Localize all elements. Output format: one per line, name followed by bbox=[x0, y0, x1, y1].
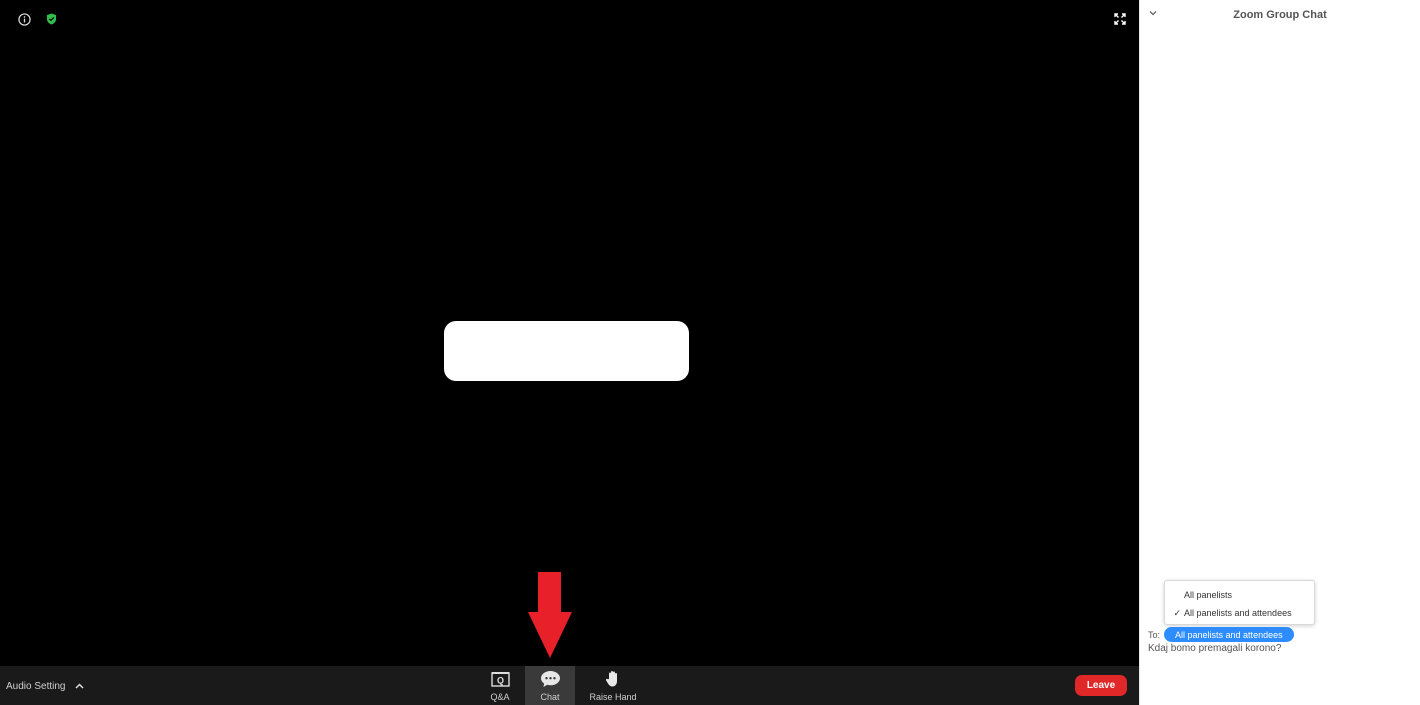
qa-button[interactable]: Q Q&A bbox=[486, 666, 514, 705]
chat-label: Chat bbox=[540, 692, 560, 702]
chat-message-input[interactable]: Kdaj bomo premagali korono? bbox=[1148, 643, 1413, 654]
chat-recipient-row: To: All panelists and attendees bbox=[1148, 627, 1294, 642]
zoom-webinar-window: Audio Setting Q Q&A Chat Raise Hand Leav… bbox=[0, 0, 1420, 705]
fullscreen-icon[interactable] bbox=[1113, 12, 1127, 26]
chat-button[interactable]: Chat bbox=[525, 666, 575, 705]
raise-hand-icon bbox=[605, 669, 622, 689]
audio-setting-button[interactable]: Audio Setting bbox=[6, 666, 84, 705]
checkmark-icon: ✓ bbox=[1173, 607, 1181, 618]
qa-label: Q&A bbox=[490, 692, 510, 702]
leave-button[interactable]: Leave bbox=[1075, 675, 1127, 696]
redacted-content-box bbox=[444, 321, 689, 381]
video-area bbox=[0, 0, 1139, 666]
recipient-select[interactable]: All panelists and attendees bbox=[1164, 627, 1294, 642]
chevron-up-icon[interactable] bbox=[74, 682, 84, 689]
shield-check-icon[interactable] bbox=[44, 12, 58, 26]
menu-item-label: All panelists bbox=[1184, 590, 1233, 600]
svg-text:Q: Q bbox=[496, 676, 503, 686]
red-arrow-annotation bbox=[528, 572, 572, 658]
meeting-toolbar: Audio Setting Q Q&A Chat Raise Hand Leav… bbox=[0, 666, 1139, 705]
raise-hand-label: Raise Hand bbox=[589, 692, 637, 702]
chat-bubble-icon bbox=[540, 669, 561, 689]
audio-setting-label: Audio Setting bbox=[6, 681, 66, 692]
menu-item-label: All panelists and attendees bbox=[1184, 608, 1292, 618]
to-label: To: bbox=[1148, 629, 1161, 640]
meeting-info-bar bbox=[17, 12, 58, 26]
menu-item-all-panelists[interactable]: All panelists bbox=[1165, 586, 1314, 604]
qa-icon: Q bbox=[490, 669, 510, 689]
menu-item-all-panelists-and-attendees[interactable]: ✓ All panelists and attendees bbox=[1165, 604, 1314, 622]
info-icon[interactable] bbox=[17, 12, 31, 26]
recipient-dropdown-menu: All panelists ✓ All panelists and attend… bbox=[1164, 580, 1315, 625]
chat-panel: Zoom Group Chat All panelists ✓ All pane… bbox=[1139, 0, 1420, 705]
raise-hand-button[interactable]: Raise Hand bbox=[586, 666, 640, 705]
chat-panel-title: Zoom Group Chat bbox=[1233, 9, 1327, 21]
